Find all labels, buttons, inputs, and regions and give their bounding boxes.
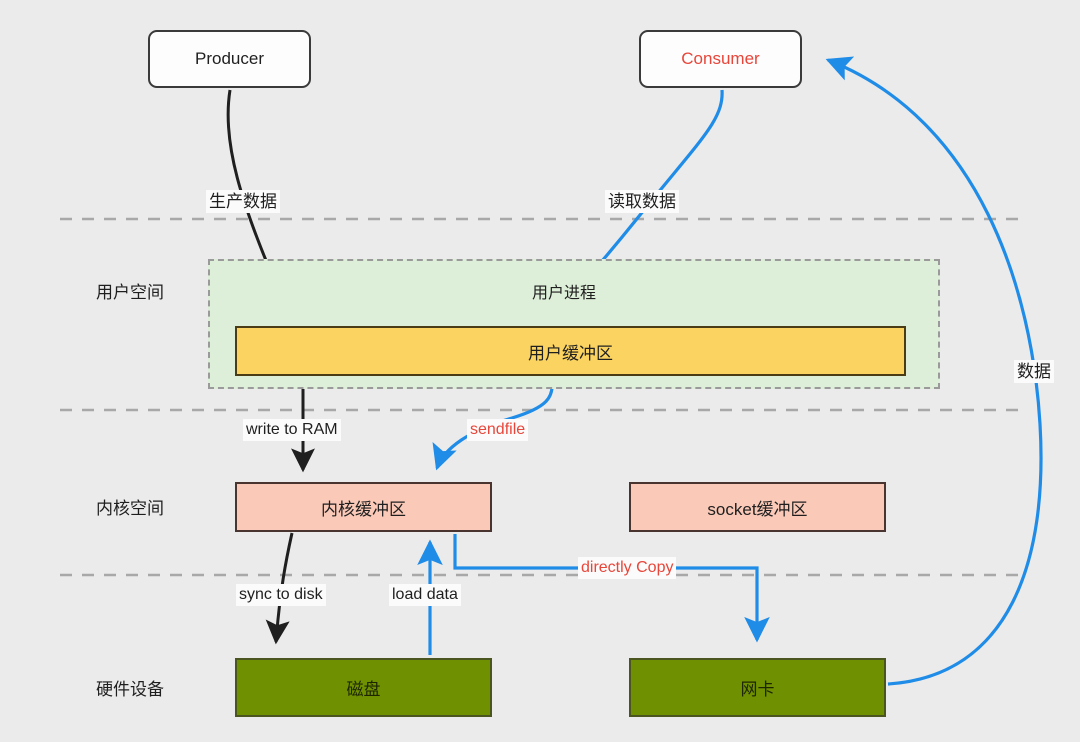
edge-label-data-return: 数据: [1014, 360, 1054, 384]
edge-label-directly-copy: directly Copy: [578, 557, 677, 579]
edge-label-produce-data: 生产数据: [206, 190, 280, 214]
kernel-buffer-label: 内核缓冲区: [321, 499, 406, 519]
producer-box[interactable]: Producer: [148, 30, 311, 88]
consumer-label: Consumer: [681, 49, 760, 68]
zone-label-kernel-space: 内核空间: [96, 499, 164, 518]
disk-box[interactable]: 磁盘: [235, 658, 492, 717]
socket-buffer-label: socket缓冲区: [707, 499, 808, 519]
nic-label: 网卡: [740, 680, 775, 699]
edge-label-sync-to-disk: sync to disk: [236, 584, 326, 606]
user-buffer-box[interactable]: 用户缓冲区: [235, 326, 906, 376]
edge-label-read-data: 读取数据: [605, 190, 679, 214]
edge-label-load-data: load data: [389, 584, 461, 606]
zone-label-user-space: 用户空间: [96, 283, 164, 302]
producer-label: Producer: [195, 49, 264, 68]
edge-directly-copy: [453, 534, 770, 643]
zone-label-hardware: 硬件设备: [96, 680, 164, 699]
consumer-box[interactable]: Consumer: [639, 30, 802, 88]
nic-box[interactable]: 网卡: [629, 658, 886, 717]
edge-label-write-to-ram: write to RAM: [243, 419, 341, 441]
disk-label: 磁盘: [346, 680, 381, 699]
kernel-buffer-box[interactable]: 内核缓冲区: [235, 482, 492, 532]
diagram-canvas: 用户进程 Producer Consumer 用户缓冲区 内核缓冲区 socke…: [0, 0, 1080, 742]
edge-label-sendfile: sendfile: [467, 419, 529, 441]
user-process-label: 用户进程: [532, 285, 597, 302]
user-buffer-label: 用户缓冲区: [528, 343, 613, 363]
socket-buffer-box[interactable]: socket缓冲区: [629, 482, 886, 532]
